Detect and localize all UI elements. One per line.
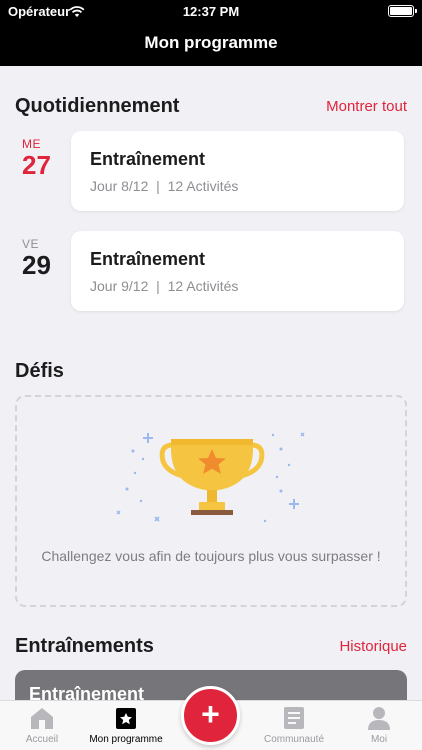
daily-header: Quotidiennement Montrer tout — [15, 95, 407, 118]
day-of-week: ME — [22, 137, 41, 151]
tab-home[interactable]: Accueil — [0, 705, 84, 745]
day-row: ME 27 Entraînement Jour 8/12 | 12 Activi… — [0, 131, 422, 211]
page-title: Mon programme — [144, 33, 278, 52]
day-row: VE 29 Entraînement Jour 9/12 | 12 Activi… — [0, 231, 422, 311]
day-number: 27 — [22, 150, 51, 180]
card-subtitle: Jour 8/12 | 12 Activités — [90, 178, 239, 194]
tab-label: Moi — [370, 734, 388, 745]
status-bar: Opérateur 12:37 PM — [0, 0, 422, 24]
history-link[interactable]: Historique — [339, 638, 407, 655]
challenges-title: Défis — [15, 360, 64, 382]
tab-my-program[interactable]: Mon programme — [84, 705, 168, 745]
tab-label: Mon programme — [89, 734, 163, 745]
challenges-empty-state: Challengez vous afin de toujours plus vo… — [15, 395, 407, 607]
card-title: Entraînement — [90, 249, 206, 269]
challenges-message: Challengez vous afin de toujours plus vo… — [41, 548, 381, 564]
show-all-link[interactable]: Montrer tout — [326, 98, 407, 115]
daily-title: Quotidiennement — [15, 95, 180, 117]
tab-label: Communauté — [263, 734, 325, 745]
challenges-header: Défis — [15, 360, 407, 383]
add-button[interactable]: + — [181, 686, 240, 745]
star-calendar-icon — [116, 708, 136, 729]
nav-bar: Mon programme — [0, 24, 422, 66]
tab-me[interactable]: Moi — [337, 705, 421, 745]
tab-community[interactable]: Communauté — [252, 705, 336, 745]
tab-label: Accueil — [25, 734, 59, 745]
status-time: 12:37 PM — [182, 4, 240, 19]
newspaper-icon — [284, 707, 304, 729]
home-icon — [31, 708, 53, 729]
workouts-title: Entraînements — [15, 635, 154, 657]
workout-day-card[interactable]: Entraînement Jour 9/12 | 12 Activités — [71, 231, 404, 311]
day-date: VE 29 — [22, 237, 62, 279]
workouts-header: Entraînements Historique — [15, 635, 407, 658]
day-number: 29 — [22, 250, 51, 280]
day-of-week: VE — [22, 237, 40, 251]
workout-day-card[interactable]: Entraînement Jour 8/12 | 12 Activités — [71, 131, 404, 211]
person-icon — [368, 707, 390, 730]
plus-icon: + — [201, 696, 220, 732]
trophy-icon — [116, 432, 305, 523]
card-title: Entraînement — [90, 149, 206, 169]
day-date: ME 27 — [22, 137, 62, 179]
battery-icon — [388, 5, 417, 17]
card-subtitle: Jour 9/12 | 12 Activités — [90, 278, 239, 294]
